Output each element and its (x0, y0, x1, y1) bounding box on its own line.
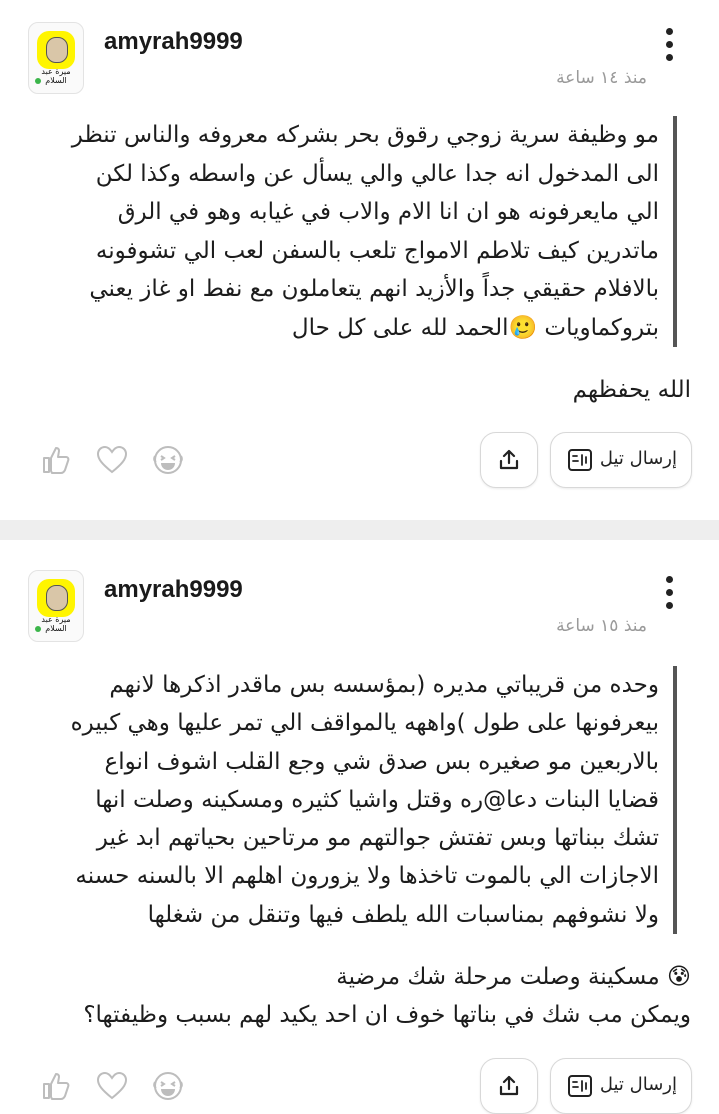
send-tile-button[interactable]: إرسال تيل (550, 432, 692, 488)
send-tile-label: إرسال تيل (599, 448, 677, 469)
avatar-caption: ميرة عبد السلام (41, 615, 71, 633)
heart-icon[interactable] (96, 1070, 128, 1102)
quote-line: بتروكماويات 🥲الحمد لله على كل حال (291, 314, 659, 341)
laughing-face-icon[interactable] (152, 444, 184, 476)
send-tile-label: إرسال تيل (599, 1074, 677, 1095)
laughing-face-icon[interactable] (152, 1070, 184, 1102)
quote-line: قضايا البنات دعا@ره وقتل واشيا كثيره ومس… (95, 786, 659, 813)
heart-icon[interactable] (96, 444, 128, 476)
quoted-text: مو وظيفة سرية زوجي رقوق بحر بشركه معروفه… (28, 116, 677, 347)
comment-line: ويمكن مب شك في بناتها خوف ان احد يكيد له… (83, 1002, 691, 1028)
quote-line: بالافلام حقيقي جداً والأزيد انهم يتعاملو… (89, 276, 659, 302)
username[interactable]: amyrah9999 (104, 28, 243, 56)
quote-line: ولا نشوفهم بمناسبات الله يلطف فيها وتنقل… (147, 901, 659, 928)
comment-text: الله يحفظهم (28, 371, 691, 409)
share-button[interactable] (480, 1058, 538, 1114)
send-tile-button[interactable]: إرسال تيل (550, 1058, 692, 1114)
thumbs-up-icon[interactable] (40, 444, 72, 476)
comment-line: 😰 مسكينة وصلت مرحلة شك مرضية (336, 964, 691, 990)
quote-line: بالاربعين مو صغيره بس صدق شي وجع القلب ا… (104, 748, 659, 775)
tile-card-icon (568, 1075, 592, 1097)
profile-photo (46, 585, 68, 611)
quote-line: بيعرفونها على طول )واههه يالمواقف الي تم… (70, 710, 659, 737)
share-button[interactable] (480, 432, 538, 488)
avatar[interactable]: ميرة عبد السلام (28, 570, 84, 642)
username[interactable]: amyrah9999 (104, 576, 243, 604)
quote-line: الي مايعرفونه هو ان انا الام والاب في غي… (117, 199, 659, 225)
avatar-caption: ميرة عبد السلام (41, 67, 71, 85)
profile-photo (46, 37, 68, 63)
quote-line: ماتدرين كيف تلاطم الامواج تلعب بالسفن لع… (95, 237, 659, 264)
quote-line: الاجازات الي بالموت تاخذها ولا يزورون اه… (75, 863, 659, 890)
timestamp: منذ ١٤ ساعة (556, 68, 647, 88)
more-vertical-icon[interactable] (660, 576, 678, 616)
comment-text: 😰 مسكينة وصلت مرحلة شك مرضية ويمكن مب شك… (28, 958, 691, 1034)
post-divider (0, 520, 719, 540)
timestamp: منذ ١٥ ساعة (556, 616, 647, 636)
quote-line: الى المدخول انه جدا عالي والي يسأل عن وا… (95, 160, 659, 187)
post-card: ميرة عبد السلام amyrah9999 منذ ١٥ ساعة و… (0, 540, 719, 1114)
action-bar: إرسال تيل (0, 432, 719, 488)
share-icon (499, 449, 519, 470)
tile-card-icon (568, 449, 592, 471)
more-vertical-icon[interactable] (660, 28, 678, 68)
quote-line: وحده من قريباتي مديره (بمؤسسه بس ماقدر ا… (109, 672, 659, 698)
quoted-text: وحده من قريباتي مديره (بمؤسسه بس ماقدر ا… (28, 666, 677, 935)
comment-line: الله يحفظهم (572, 377, 691, 403)
avatar[interactable]: ميرة عبد السلام (28, 22, 84, 94)
action-bar: إرسال تيل (0, 1058, 719, 1114)
post-card: ميرة عبد السلام amyrah9999 منذ ١٤ ساعة م… (0, 0, 719, 520)
share-icon (499, 1075, 519, 1096)
quote-line: مو وظيفة سرية زوجي رقوق بحر بشركه معروفه… (71, 122, 659, 148)
quote-line: تشك ببناتها وبس تفتش جوالتهم مو مرتاحين … (96, 825, 659, 852)
thumbs-up-icon[interactable] (40, 1070, 72, 1102)
